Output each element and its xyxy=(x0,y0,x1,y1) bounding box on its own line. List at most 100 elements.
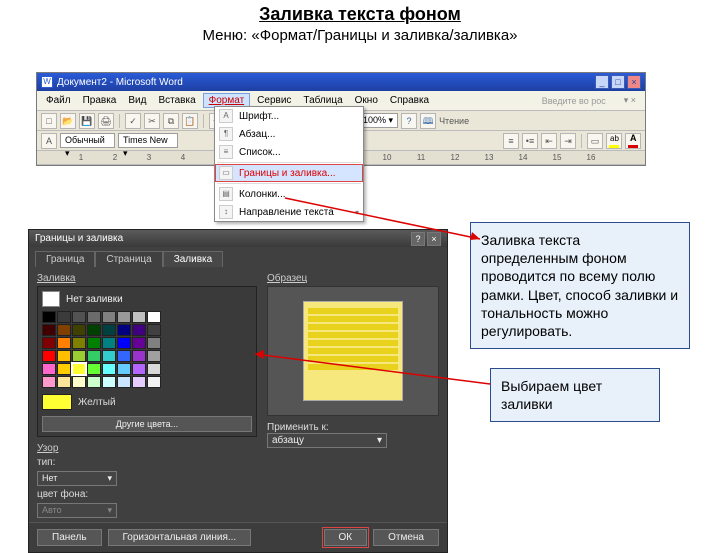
color-swatch[interactable] xyxy=(117,324,131,336)
menu-view[interactable]: Вид xyxy=(123,94,151,107)
font-color-icon[interactable]: A xyxy=(625,133,641,149)
color-swatch[interactable] xyxy=(117,376,131,388)
menu-file[interactable]: Файл xyxy=(41,94,76,107)
font-combo[interactable]: Times New ▾ xyxy=(118,133,178,148)
color-swatch[interactable] xyxy=(57,324,71,336)
color-swatch[interactable] xyxy=(72,376,86,388)
tab-border[interactable]: Граница xyxy=(35,251,95,267)
color-swatch[interactable] xyxy=(42,350,56,362)
color-swatch[interactable] xyxy=(72,311,86,323)
color-swatch[interactable] xyxy=(57,337,71,349)
print-icon[interactable]: 🖨 xyxy=(98,113,114,129)
color-swatch[interactable] xyxy=(147,337,161,349)
color-swatch[interactable] xyxy=(87,350,101,362)
dialog-help-button[interactable]: ? xyxy=(411,232,425,246)
color-swatch[interactable] xyxy=(102,363,116,375)
color-swatch[interactable] xyxy=(117,363,131,375)
color-swatch[interactable] xyxy=(132,324,146,336)
color-swatch[interactable] xyxy=(102,350,116,362)
color-swatch[interactable] xyxy=(147,350,161,362)
color-swatch[interactable] xyxy=(57,363,71,375)
color-swatch[interactable] xyxy=(42,324,56,336)
menu-edit[interactable]: Правка xyxy=(78,94,122,107)
color-swatch[interactable] xyxy=(132,337,146,349)
minimize-button[interactable]: _ xyxy=(595,75,609,89)
color-swatch[interactable] xyxy=(87,311,101,323)
ok-button[interactable]: ОК xyxy=(324,529,368,546)
color-swatch[interactable] xyxy=(72,363,86,375)
word-titlebar: W Документ2 - Microsoft Word _ □ × xyxy=(37,73,645,91)
color-swatch[interactable] xyxy=(42,311,56,323)
menu-insert[interactable]: Вставка xyxy=(153,94,200,107)
outdent-icon[interactable]: ⇤ xyxy=(541,133,557,149)
reading-icon[interactable]: 🕮 xyxy=(420,113,436,129)
color-swatch[interactable] xyxy=(147,363,161,375)
color-swatch[interactable] xyxy=(42,363,56,375)
border-icon[interactable]: ▭ xyxy=(587,133,603,149)
color-swatch[interactable] xyxy=(102,311,116,323)
color-swatch[interactable] xyxy=(132,363,146,375)
color-swatch[interactable] xyxy=(57,350,71,362)
color-swatch[interactable] xyxy=(132,350,146,362)
cancel-button[interactable]: Отмена xyxy=(373,529,439,546)
color-swatch[interactable] xyxy=(87,363,101,375)
color-swatch[interactable] xyxy=(87,376,101,388)
color-swatch[interactable] xyxy=(57,376,71,388)
indent-icon[interactable]: ⇥ xyxy=(560,133,576,149)
dialog-close-button[interactable]: × xyxy=(427,232,441,246)
color-swatch[interactable] xyxy=(72,350,86,362)
color-swatch[interactable] xyxy=(87,337,101,349)
pattern-color-combo[interactable]: Авто▾ xyxy=(37,503,117,518)
color-swatch[interactable] xyxy=(72,324,86,336)
color-swatch[interactable] xyxy=(147,376,161,388)
color-swatch[interactable] xyxy=(132,376,146,388)
maximize-button[interactable]: □ xyxy=(611,75,625,89)
color-swatch[interactable] xyxy=(117,350,131,362)
tab-page[interactable]: Страница xyxy=(95,251,162,267)
highlight-icon[interactable]: ab xyxy=(606,133,622,149)
color-swatch[interactable] xyxy=(102,376,116,388)
color-swatch[interactable] xyxy=(102,324,116,336)
bullets-icon[interactable]: •≡ xyxy=(522,133,538,149)
menu-item-font[interactable]: AШрифт... xyxy=(215,107,363,125)
tab-shading[interactable]: Заливка xyxy=(163,251,224,267)
cut-icon[interactable]: ✂ xyxy=(144,113,160,129)
color-swatch[interactable] xyxy=(117,311,131,323)
color-swatch[interactable] xyxy=(42,337,56,349)
paste-icon[interactable]: 📋 xyxy=(182,113,198,129)
color-swatch[interactable] xyxy=(102,337,116,349)
numbering-icon[interactable]: ≡ xyxy=(503,133,519,149)
color-swatch[interactable] xyxy=(57,311,71,323)
color-swatch[interactable] xyxy=(42,376,56,388)
color-swatch[interactable] xyxy=(72,337,86,349)
pattern-type-combo[interactable]: Нет▾ xyxy=(37,471,117,486)
color-swatch[interactable] xyxy=(132,311,146,323)
spell-icon[interactable]: ✓ xyxy=(125,113,141,129)
color-swatch[interactable] xyxy=(87,324,101,336)
hline-button[interactable]: Горизонтальная линия... xyxy=(108,529,252,546)
close-button[interactable]: × xyxy=(627,75,641,89)
menu-item-text-direction[interactable]: ↕Направление текста▾ xyxy=(215,203,363,221)
color-swatch[interactable] xyxy=(147,324,161,336)
color-swatch[interactable] xyxy=(117,337,131,349)
panel-button[interactable]: Панель xyxy=(37,529,102,546)
menu-item-paragraph[interactable]: ¶Абзац... xyxy=(215,125,363,143)
zoom-combo[interactable]: 100% ▾ xyxy=(358,113,398,128)
menu-item-borders-shading[interactable]: ▭Границы и заливка... xyxy=(215,164,363,182)
apply-combo[interactable]: абзацу▾ xyxy=(267,433,387,448)
more-colors-button[interactable]: Другие цвета... xyxy=(42,416,252,432)
reading-label: Чтение xyxy=(439,116,469,126)
columns-menu-icon: ▤ xyxy=(219,187,233,201)
copy-icon[interactable]: ⧉ xyxy=(163,113,179,129)
save-icon[interactable]: 💾 xyxy=(79,113,95,129)
menu-item-list[interactable]: ≡Список... xyxy=(215,143,363,161)
style-icon[interactable]: A xyxy=(41,133,57,149)
help-icon[interactable]: ? xyxy=(401,113,417,129)
no-fill-swatch[interactable] xyxy=(42,291,60,307)
new-icon[interactable]: □ xyxy=(41,113,57,129)
menu-help[interactable]: Справка xyxy=(385,94,434,107)
style-combo[interactable]: Обычный ▾ xyxy=(60,133,115,148)
open-icon[interactable]: 📂 xyxy=(60,113,76,129)
menu-item-columns[interactable]: ▤Колонки... xyxy=(215,185,363,203)
color-swatch[interactable] xyxy=(147,311,161,323)
